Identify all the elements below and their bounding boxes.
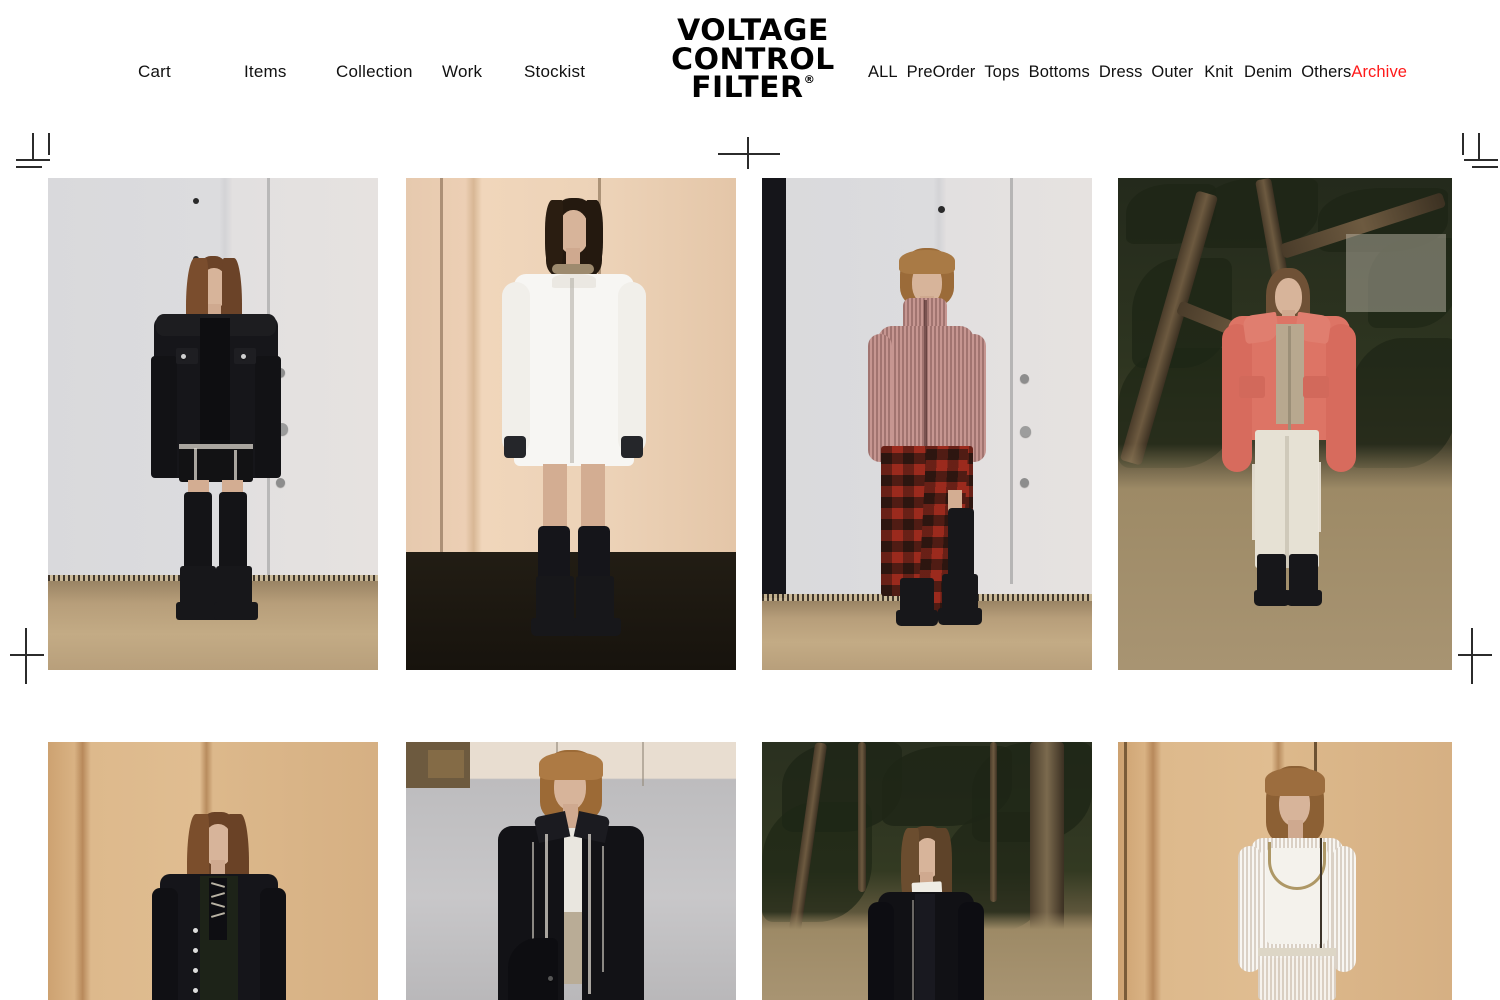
product-image xyxy=(762,742,1092,1000)
product-image xyxy=(762,178,1092,670)
product-image xyxy=(1118,178,1452,670)
gallery-item[interactable] xyxy=(762,178,1092,670)
product-image xyxy=(406,178,736,670)
gallery-item[interactable] xyxy=(48,742,378,1000)
gallery-item[interactable] xyxy=(762,742,1092,1000)
product-image xyxy=(48,178,378,670)
gallery-item[interactable] xyxy=(1118,742,1452,1000)
gallery-item[interactable] xyxy=(48,178,378,670)
gallery-item[interactable] xyxy=(406,178,736,670)
page-root: Cart Items Collection Work Stockist VOLT… xyxy=(0,0,1500,1000)
gallery-item[interactable] xyxy=(1118,178,1452,670)
product-image xyxy=(48,742,378,1000)
product-image xyxy=(1118,742,1452,1000)
product-image xyxy=(406,742,736,1000)
gallery-item[interactable] xyxy=(406,742,736,1000)
product-gallery-grid xyxy=(0,0,1500,1000)
